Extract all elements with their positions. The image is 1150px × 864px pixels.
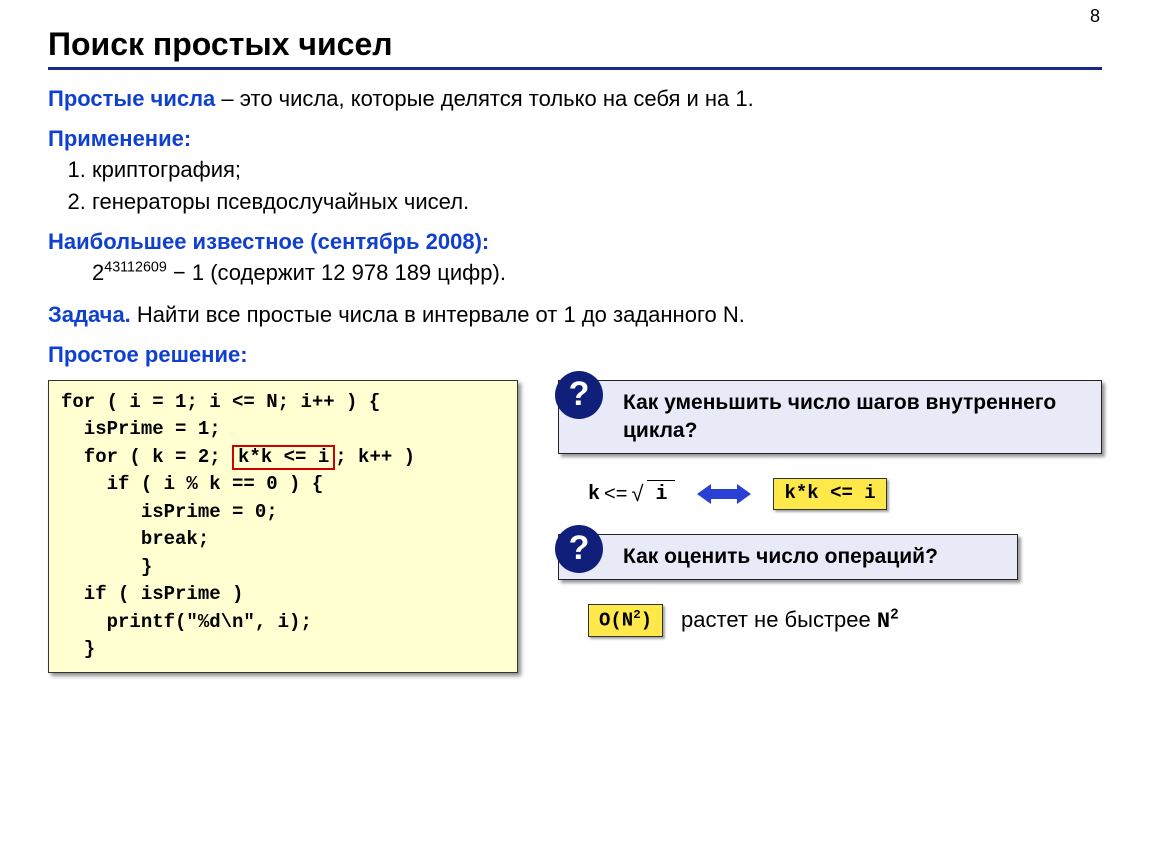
lhs-expression: k <= √i — [588, 479, 675, 509]
bigO-suffix: ) — [641, 610, 652, 632]
complexity-text-prefix: растет не быстрее — [681, 607, 877, 632]
N-exp: 2 — [890, 607, 899, 623]
bigO-exp: 2 — [633, 608, 640, 622]
lhs-radicand: i — [647, 480, 675, 508]
task-text: Найти все простые числа в интервале от 1… — [131, 302, 745, 327]
applications-list: криптография; генераторы псевдослучайных… — [92, 155, 1102, 216]
application-item: криптография; — [92, 155, 1102, 185]
task-line: Задача. Найти все простые числа в интерв… — [48, 300, 1102, 330]
lk-base: 2 — [92, 260, 104, 285]
code-line: printf("%d\n", i); — [61, 611, 312, 633]
lk-tail: − 1 (содержит 12 978 189 цифр). — [167, 260, 506, 285]
code-line: } — [61, 638, 95, 660]
N-base: N — [877, 609, 890, 634]
code-line: for ( i = 1; i <= N; i++ ) { — [61, 391, 380, 413]
application-item: генераторы псевдослучайных чисел. — [92, 187, 1102, 217]
code-line: isPrime = 0; — [61, 501, 278, 523]
double-arrow-icon — [697, 483, 751, 505]
complexity-line: O(N2) растет не быстрее N2 — [588, 604, 1102, 637]
largest-known-heading: Наибольшее известное (сентябрь 2008): — [48, 227, 1102, 257]
question-box-2: ? Как оценить число операций? — [558, 534, 1018, 580]
code-box: for ( i = 1; i <= N; i++ ) { isPrime = 1… — [48, 380, 518, 673]
page-number: 8 — [1090, 6, 1100, 27]
code-line: if ( i % k == 0 ) { — [61, 473, 323, 495]
sqrt-icon: √ — [631, 479, 643, 509]
code-highlight: k*k <= i — [232, 445, 335, 471]
question-1-text: Как уменьшить число шагов внутреннего ци… — [623, 391, 1056, 442]
lhs-k: k — [588, 481, 600, 508]
question-mark-icon: ? — [555, 525, 603, 573]
code-line: for ( k = 2; — [61, 446, 232, 468]
bigO-prefix: O(N — [599, 610, 633, 632]
question-box-1: ? Как уменьшить число шагов внутреннего … — [558, 380, 1102, 455]
lhs-op: <= — [604, 481, 627, 508]
question-mark-icon: ? — [555, 371, 603, 419]
simple-solution-heading: Простое решение: — [48, 340, 1102, 370]
equivalence-line: k <= √i k*k <= i — [588, 478, 1102, 510]
rhs-chip: k*k <= i — [773, 478, 886, 510]
applications-heading: Применение: — [48, 124, 1102, 154]
question-2-text: Как оценить число операций? — [623, 545, 938, 568]
code-line: if ( isPrime ) — [61, 583, 243, 605]
title-rule — [48, 67, 1102, 70]
code-line: isPrime = 1; — [61, 418, 221, 440]
definition-line: Простые числа – это числа, которые делят… — [48, 84, 1102, 114]
code-line: } — [61, 556, 152, 578]
lk-exp: 43112609 — [104, 260, 167, 276]
definition-text: – это числа, которые делятся только на с… — [215, 86, 753, 111]
task-label: Задача. — [48, 302, 131, 327]
largest-known-value: 243112609 − 1 (содержит 12 978 189 цифр)… — [92, 258, 1102, 288]
slide-title: Поиск простых чисел — [48, 26, 1102, 63]
code-line: break; — [61, 528, 209, 550]
complexity-text: растет не быстрее N2 — [681, 605, 899, 637]
code-line: ; k++ ) — [335, 446, 415, 468]
definition-term: Простые числа — [48, 86, 215, 111]
big-o-chip: O(N2) — [588, 604, 663, 637]
